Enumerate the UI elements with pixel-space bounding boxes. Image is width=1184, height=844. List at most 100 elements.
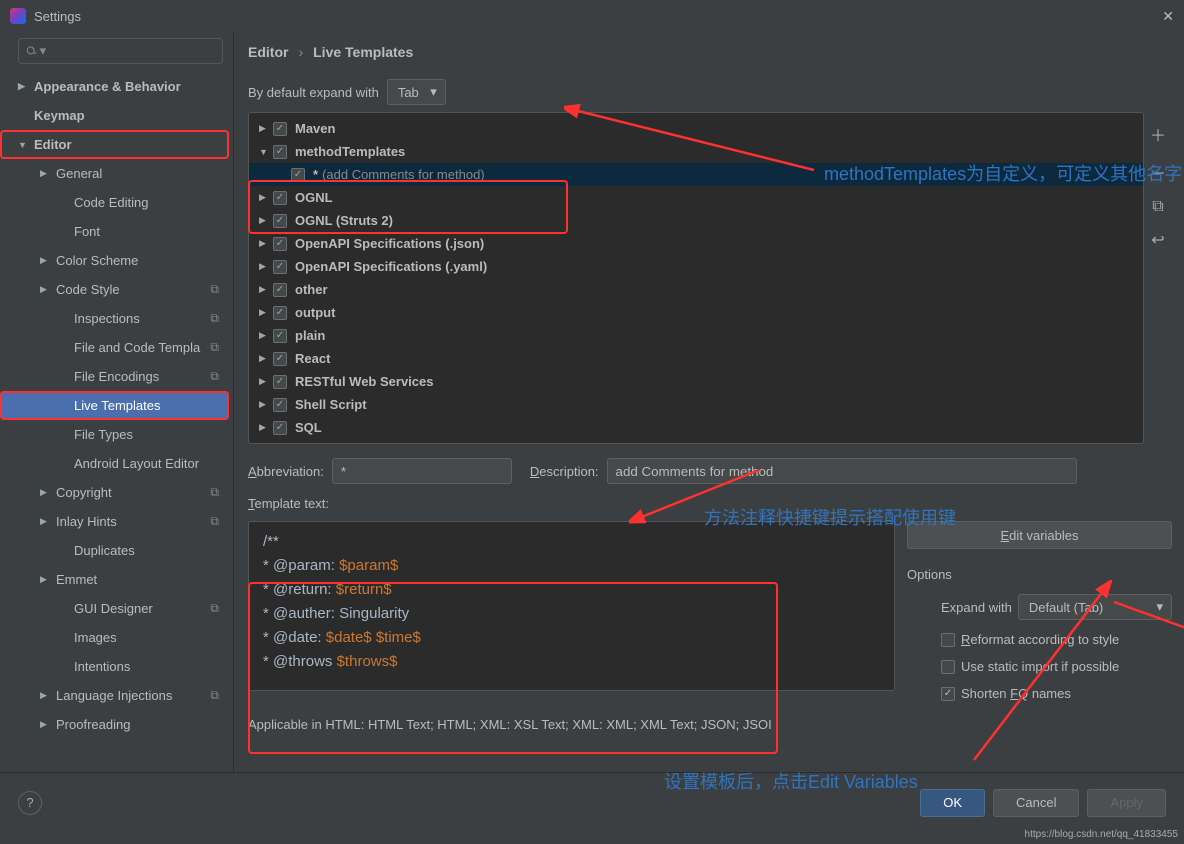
template-checkbox[interactable] [273, 398, 287, 412]
list-actions: ＋ － ⧉ ↩ [1144, 112, 1172, 444]
breadcrumb-live-templates: Live Templates [313, 44, 413, 60]
chevron-icon: ▶ [259, 330, 273, 341]
template-checkbox[interactable] [273, 421, 287, 435]
sidebar-item-live-templates[interactable]: Live Templates [0, 391, 229, 420]
template-row[interactable]: ▼methodTemplates [249, 140, 1143, 163]
template-checkbox[interactable] [273, 237, 287, 251]
template-name: OpenAPI Specifications (.yaml) [295, 259, 487, 274]
template-row[interactable]: ▶ plain [249, 324, 1143, 347]
expand-default-combo[interactable]: Tab [387, 79, 446, 105]
template-row[interactable]: ▶React [249, 347, 1143, 370]
titlebar: Settings ✕ [0, 0, 1184, 32]
chevron-icon: ▶ [40, 487, 52, 498]
add-icon[interactable]: ＋ [1150, 122, 1166, 146]
chevron-icon: ▶ [259, 261, 273, 272]
reformat-checkbox[interactable] [941, 633, 955, 647]
template-row[interactable]: ▶Shell Script [249, 393, 1143, 416]
expand-default-label: By default expand with [248, 85, 379, 100]
sidebar-item-copyright[interactable]: ▶Copyright⧉ [0, 478, 229, 507]
project-scope-icon: ⧉ [210, 485, 219, 500]
chevron-icon: ▶ [259, 307, 273, 318]
sidebar-item-label: Inlay Hints [56, 514, 117, 529]
breadcrumb-editor[interactable]: Editor [248, 44, 288, 60]
sidebar-item-editor[interactable]: ▼Editor [0, 130, 229, 159]
template-checkbox[interactable] [273, 329, 287, 343]
template-checkbox[interactable] [273, 283, 287, 297]
template-name: Maven [295, 121, 335, 136]
chevron-icon: ▶ [40, 255, 52, 266]
template-row[interactable]: ▶ OpenAPI Specifications (.yaml) [249, 255, 1143, 278]
static-import-checkbox[interactable] [941, 660, 955, 674]
reformat-label: Reformat according to style [961, 632, 1119, 647]
edit-variables-button[interactable]: Edit variables [907, 521, 1172, 549]
template-list[interactable]: ▶Maven▼methodTemplates* (add Comments fo… [248, 112, 1144, 444]
sidebar-item-file-types[interactable]: File Types [0, 420, 229, 449]
apply-button[interactable]: Apply [1087, 789, 1166, 817]
search-input[interactable]: ▾ [18, 38, 223, 64]
template-checkbox[interactable] [273, 122, 287, 136]
sidebar-item-code-editing[interactable]: Code Editing [0, 188, 229, 217]
template-row[interactable]: ▶output [249, 301, 1143, 324]
copy-icon[interactable]: ⧉ [1152, 198, 1163, 216]
template-row[interactable]: ▶other [249, 278, 1143, 301]
revert-icon[interactable]: ↩ [1151, 230, 1164, 250]
sidebar-item-duplicates[interactable]: Duplicates [0, 536, 229, 565]
sidebar-item-inspections[interactable]: Inspections⧉ [0, 304, 229, 333]
chevron-icon: ▶ [259, 123, 273, 134]
template-name: OpenAPI Specifications (.json) [295, 236, 484, 251]
sidebar-item-intentions[interactable]: Intentions [0, 652, 229, 681]
ok-button[interactable]: OK [920, 789, 985, 817]
template-checkbox[interactable] [273, 145, 287, 159]
sidebar-item-code-style[interactable]: ▶Code Style⧉ [0, 275, 229, 304]
close-icon[interactable]: ✕ [1162, 8, 1174, 25]
sidebar-item-label: Android Layout Editor [74, 456, 199, 471]
sidebar-item-label: File and Code Templa [74, 340, 200, 355]
sidebar-item-appearance-behavior[interactable]: ▶Appearance & Behavior [0, 72, 229, 101]
template-checkbox[interactable] [273, 352, 287, 366]
template-row[interactable]: ▶SQL [249, 416, 1143, 439]
sidebar-item-label: Color Scheme [56, 253, 138, 268]
sidebar-item-font[interactable]: Font [0, 217, 229, 246]
sidebar-item-keymap[interactable]: Keymap [0, 101, 229, 130]
template-name: plain [295, 328, 325, 343]
remove-icon[interactable]: － [1150, 160, 1166, 184]
sidebar-item-file-encodings[interactable]: File Encodings⧉ [0, 362, 229, 391]
project-scope-icon: ⧉ [210, 688, 219, 703]
template-row[interactable]: ▶RESTful Web Services [249, 370, 1143, 393]
sidebar-item-label: Intentions [74, 659, 130, 674]
template-checkbox[interactable] [273, 375, 287, 389]
static-import-label: Use static import if possible [961, 659, 1119, 674]
sidebar-item-label: General [56, 166, 102, 181]
template-row[interactable]: ▶ Maven [249, 117, 1143, 140]
sidebar-item-images[interactable]: Images [0, 623, 229, 652]
project-scope-icon: ⧉ [210, 514, 219, 529]
chevron-icon: ▶ [259, 376, 273, 387]
sidebar-item-language-injections[interactable]: ▶Language Injections⧉ [0, 681, 229, 710]
sidebar-item-inlay-hints[interactable]: ▶Inlay Hints⧉ [0, 507, 229, 536]
sidebar-item-file-and-code-templa[interactable]: File and Code Templa⧉ [0, 333, 229, 362]
dialog-footer: ? OK Cancel Apply [0, 772, 1184, 832]
chevron-icon: ▶ [259, 353, 273, 364]
project-scope-icon: ⧉ [210, 311, 219, 326]
sidebar-item-general[interactable]: ▶General [0, 159, 229, 188]
sidebar-item-color-scheme[interactable]: ▶ Color Scheme [0, 246, 229, 275]
sidebar-item-gui-designer[interactable]: GUI Designer⧉ [0, 594, 229, 623]
template-checkbox[interactable] [273, 306, 287, 320]
sidebar-item-emmet[interactable]: ▶Emmet [0, 565, 229, 594]
sidebar-item-proofreading[interactable]: ▶Proofreading [0, 710, 229, 739]
sidebar-item-android-layout-editor[interactable]: Android Layout Editor [0, 449, 229, 478]
description-input[interactable] [607, 458, 1077, 484]
cancel-button[interactable]: Cancel [993, 789, 1079, 817]
sidebar-item-label: Appearance & Behavior [34, 79, 181, 94]
help-button[interactable]: ? [18, 791, 42, 815]
template-name: Shell Script [295, 397, 367, 412]
abbrev-input[interactable] [332, 458, 512, 484]
sidebar-item-label: Live Templates [74, 398, 160, 413]
expand-with-combo[interactable]: Default (Tab) [1018, 594, 1172, 620]
template-row[interactable]: ▶OpenAPI Specifications (.json) [249, 232, 1143, 255]
shorten-fq-checkbox[interactable] [941, 687, 955, 701]
project-scope-icon: ⧉ [210, 601, 219, 616]
template-checkbox[interactable] [273, 260, 287, 274]
sidebar-item-label: Duplicates [74, 543, 135, 558]
chevron-icon: ▶ [40, 284, 52, 295]
